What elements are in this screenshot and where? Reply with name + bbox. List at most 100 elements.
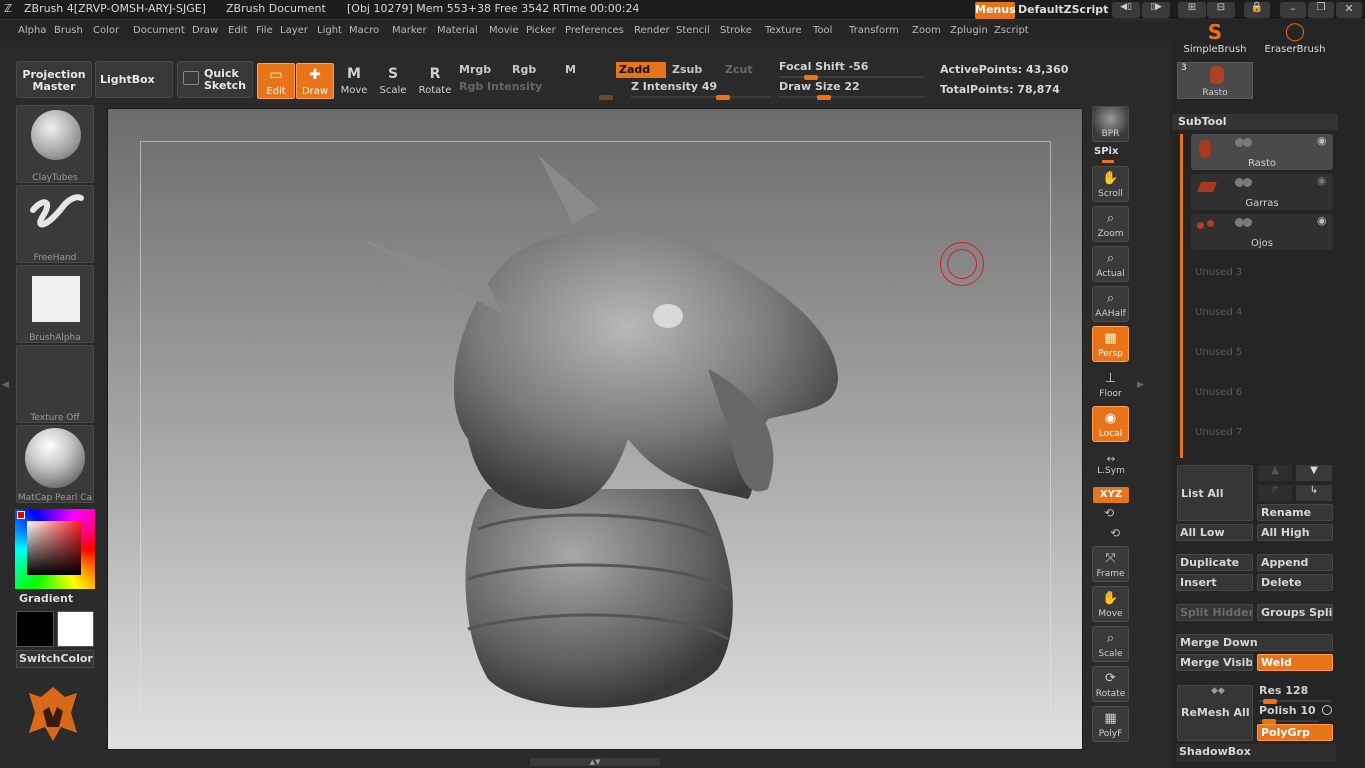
polish-slider[interactable]: Polish 10 <box>1259 704 1319 724</box>
insert-button[interactable]: Insert <box>1176 574 1253 591</box>
m-toggle[interactable]: M <box>562 62 612 78</box>
subtool-scrollbar[interactable] <box>1180 134 1183 458</box>
material-toggle-icon[interactable] <box>1243 178 1252 187</box>
visibility-eye-icon[interactable]: ◉ <box>1317 174 1327 187</box>
polish-circle-icon[interactable] <box>1322 705 1332 715</box>
stroke-selector[interactable]: FreeHand <box>16 185 94 263</box>
polygrp-toggle[interactable]: PolyGrp <box>1257 724 1333 741</box>
menu-item-document[interactable]: Document <box>133 25 185 36</box>
menu-item-picker[interactable]: Picker <box>526 25 556 36</box>
projection-master-button[interactable]: Projection Master <box>16 61 92 98</box>
groups-split-button[interactable]: Groups Split <box>1257 604 1333 621</box>
arrow-down-right-icon[interactable]: ↳ <box>1296 485 1332 501</box>
visibility-eye-icon[interactable]: ◉ <box>1317 134 1327 147</box>
menu-item-stroke[interactable]: Stroke <box>720 25 752 36</box>
current-tool-rasto[interactable]: 3 Rasto <box>1177 62 1253 99</box>
floor-button[interactable]: ⊥ Floor <box>1092 366 1129 402</box>
rgb-intensity-slider[interactable]: Rgb Intensity <box>459 80 614 100</box>
move-view-button[interactable]: ✋ Move <box>1092 586 1129 622</box>
rgb-intensity-knob[interactable] <box>599 95 613 100</box>
split-hidden-button[interactable]: Split Hidden <box>1176 604 1253 621</box>
list-all-button[interactable]: List All <box>1177 465 1253 521</box>
aahalf-button[interactable]: ⌕ AAHalf <box>1092 286 1129 322</box>
menu-item-macro[interactable]: Macro <box>349 25 379 36</box>
edit-mode-button[interactable]: ▭ Edit <box>257 63 295 99</box>
gradient-toggle[interactable]: Gradient <box>19 592 73 605</box>
default-zscript-button[interactable]: DefaultZScript <box>1018 3 1108 16</box>
duplicate-button[interactable]: Duplicate <box>1176 554 1253 571</box>
switch-color-button[interactable]: SwitchColor <box>16 650 94 668</box>
menu-item-zscript[interactable]: Zscript <box>994 25 1029 36</box>
shadowbox-header[interactable]: ShadowBox <box>1176 744 1336 762</box>
maximize-icon[interactable]: ❐ <box>1308 2 1334 18</box>
draw-size-slider[interactable]: Draw Size 22 <box>779 80 924 100</box>
lsym-button[interactable]: ↔ L.Sym <box>1093 454 1129 476</box>
delete-button[interactable]: Delete <box>1257 574 1333 591</box>
visibility-eye-icon[interactable]: ◉ <box>1317 214 1327 227</box>
left-tray-handle[interactable]: ◀ <box>2 380 10 410</box>
z-intensity-knob[interactable] <box>716 95 730 100</box>
rotate-mode-button[interactable]: R Rotate <box>416 63 454 99</box>
quick-sketch-button[interactable]: Quick Sketch <box>177 61 253 98</box>
alpha-selector[interactable]: BrushAlpha <box>16 265 94 343</box>
subtool-item-rasto[interactable]: ◉ Rasto <box>1191 134 1333 170</box>
color-picker[interactable] <box>15 509 95 589</box>
minimize-icon[interactable]: – <box>1280 2 1306 18</box>
layout-icon[interactable]: ⊞ <box>1178 2 1206 18</box>
polyf-button[interactable]: ▦ PolyF <box>1092 706 1129 742</box>
menu-item-tool[interactable]: Tool <box>813 25 832 36</box>
right-tray-handle[interactable]: ▶ <box>1137 380 1145 410</box>
menu-item-color[interactable]: Color <box>93 25 119 36</box>
menu-item-alpha[interactable]: Alpha <box>18 25 46 36</box>
rotate-z-icon[interactable]: ⟲ <box>1110 526 1120 540</box>
menu-item-preferences[interactable]: Preferences <box>565 25 624 36</box>
frame-button[interactable]: ⤧ Frame <box>1092 546 1129 582</box>
layout-alt-icon[interactable]: ⊟ <box>1207 2 1235 18</box>
subtool-item-ojos[interactable]: ◉ Ojos <box>1191 214 1333 250</box>
close-icon[interactable]: ✕ <box>1336 2 1362 18</box>
remesh-all-button[interactable]: ◆◆ ReMesh All <box>1177 685 1253 741</box>
primary-color-swatch[interactable] <box>16 611 54 647</box>
rename-button[interactable]: Rename <box>1257 504 1333 521</box>
menu-item-zplugin[interactable]: Zplugin <box>950 25 988 36</box>
eraserbrush-tool[interactable]: ◯ EraserBrush <box>1260 22 1330 56</box>
z-intensity-slider[interactable]: Z Intensity 49 <box>631 80 771 100</box>
bottom-tray-handle[interactable]: ▲▼ <box>530 758 660 766</box>
rgb-toggle[interactable]: Rgb <box>509 62 559 78</box>
draw-mode-button[interactable]: ✚ Draw <box>296 63 334 99</box>
scale-view-button[interactable]: ⌕ Scale <box>1092 626 1129 662</box>
scale-mode-button[interactable]: S Scale <box>374 63 412 99</box>
focal-shift-slider[interactable]: Focal Shift -56 <box>779 60 924 80</box>
menu-item-stencil[interactable]: Stencil <box>676 25 710 36</box>
persp-button[interactable]: ▦ Persp <box>1092 326 1129 362</box>
zcut-toggle[interactable]: Zcut <box>722 62 772 78</box>
merge-down-button[interactable]: Merge Down <box>1176 634 1333 651</box>
texture-selector[interactable]: Texture Off <box>16 345 94 423</box>
mrgb-toggle[interactable]: Mrgb <box>456 62 506 78</box>
menu-item-zoom[interactable]: Zoom <box>912 25 941 36</box>
menus-toggle[interactable]: Menus <box>975 2 1016 19</box>
rotate-y-icon[interactable]: ⟲ <box>1104 506 1114 520</box>
menu-item-texture[interactable]: Texture <box>765 25 802 36</box>
weld-toggle[interactable]: Weld <box>1257 654 1333 671</box>
material-toggle-icon[interactable] <box>1243 138 1252 147</box>
menu-item-material[interactable]: Material <box>437 25 478 36</box>
menu-item-brush[interactable]: Brush <box>54 25 83 36</box>
move-up-arrow-icon[interactable]: ▲ <box>1258 465 1292 481</box>
menu-item-draw[interactable]: Draw <box>192 25 218 36</box>
menu-item-render[interactable]: Render <box>634 25 670 36</box>
draw-size-knob[interactable] <box>817 95 831 100</box>
move-down-arrow-icon[interactable]: ▼ <box>1296 465 1332 481</box>
menu-item-movie[interactable]: Movie <box>489 25 519 36</box>
material-selector[interactable]: MatCap Pearl Ca <box>16 425 94 503</box>
menu-item-layer[interactable]: Layer <box>280 25 308 36</box>
brush-selector[interactable]: ClayTubes <box>16 105 94 183</box>
lock-icon[interactable]: 🔒 <box>1244 2 1270 18</box>
secondary-color-swatch[interactable] <box>57 611 94 647</box>
canvas-viewport[interactable] <box>107 108 1083 750</box>
merge-visible-button[interactable]: Merge Visible <box>1176 654 1253 671</box>
scroll-left-icon[interactable]: ◀▯ <box>1112 2 1140 18</box>
subtool-item-garras[interactable]: ◉ Garras <box>1191 174 1333 210</box>
menu-item-edit[interactable]: Edit <box>228 25 247 36</box>
res-slider[interactable]: Res 128 <box>1259 684 1331 704</box>
